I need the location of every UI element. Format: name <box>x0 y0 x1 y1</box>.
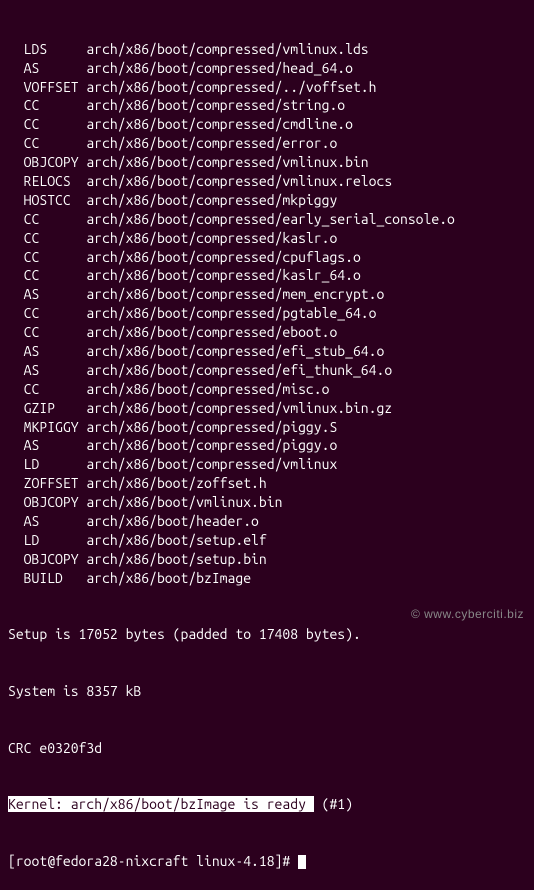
build-line: CC arch/x86/boot/compressed/kaslr.o <box>8 229 526 248</box>
crc-line: CRC e0320f3d <box>8 739 526 758</box>
build-path: arch/x86/boot/compressed/kaslr.o <box>86 230 337 246</box>
prompt-line[interactable]: [root@fedora28-nixcraft linux-4.18]# <box>8 852 526 871</box>
build-path: arch/x86/boot/compressed/eboot.o <box>86 324 337 340</box>
build-line: AS arch/x86/boot/compressed/head_64.o <box>8 59 526 78</box>
build-path: arch/x86/boot/compressed/string.o <box>86 97 345 113</box>
build-path: arch/x86/boot/zoffset.h <box>86 475 266 491</box>
build-line: LDS arch/x86/boot/compressed/vmlinux.lds <box>8 40 526 59</box>
build-line: OBJCOPY arch/x86/boot/setup.bin <box>8 550 526 569</box>
build-cmd: LD <box>8 531 86 550</box>
build-path: arch/x86/boot/compressed/error.o <box>86 135 337 151</box>
build-path: arch/x86/boot/compressed/head_64.o <box>86 60 353 76</box>
build-line: CC arch/x86/boot/compressed/kaslr_64.o <box>8 266 526 285</box>
build-path: arch/x86/boot/compressed/cpuflags.o <box>86 249 360 265</box>
build-path: arch/x86/boot/compressed/efi_thunk_64.o <box>86 362 392 378</box>
build-cmd: VOFFSET <box>8 78 86 97</box>
build-line: MKPIGGY arch/x86/boot/compressed/piggy.S <box>8 418 526 437</box>
build-path: arch/x86/boot/compressed/../voffset.h <box>86 79 376 95</box>
build-line: ZOFFSET arch/x86/boot/zoffset.h <box>8 474 526 493</box>
build-cmd: OBJCOPY <box>8 153 86 172</box>
build-cmd: GZIP <box>8 399 86 418</box>
build-cmd: HOSTCC <box>8 191 86 210</box>
build-line: LD arch/x86/boot/compressed/vmlinux <box>8 455 526 474</box>
build-line: CC arch/x86/boot/compressed/string.o <box>8 96 526 115</box>
build-cmd: LDS <box>8 40 86 59</box>
build-line: RELOCS arch/x86/boot/compressed/vmlinux.… <box>8 172 526 191</box>
watermark-text: © www.cyberciti.biz <box>411 606 524 622</box>
build-cmd: CC <box>8 134 86 153</box>
build-path: arch/x86/boot/compressed/pgtable_64.o <box>86 305 376 321</box>
build-cmd: OBJCOPY <box>8 493 86 512</box>
build-path: arch/x86/boot/vmlinux.bin <box>86 494 282 510</box>
build-cmd: AS <box>8 512 86 531</box>
build-path: arch/x86/boot/compressed/efi_stub_64.o <box>86 343 384 359</box>
build-path: arch/x86/boot/compressed/mkpiggy <box>86 192 337 208</box>
build-cmd: CC <box>8 266 86 285</box>
build-line: HOSTCC arch/x86/boot/compressed/mkpiggy <box>8 191 526 210</box>
build-line: AS arch/x86/boot/header.o <box>8 512 526 531</box>
build-line: CC arch/x86/boot/compressed/early_serial… <box>8 210 526 229</box>
build-path: arch/x86/boot/compressed/misc.o <box>86 381 329 397</box>
terminal-output[interactable]: LDS arch/x86/boot/compressed/vmlinux.lds… <box>8 2 526 890</box>
cursor-icon <box>298 855 306 869</box>
build-line: VOFFSET arch/x86/boot/compressed/../voff… <box>8 78 526 97</box>
build-path: arch/x86/boot/setup.elf <box>86 532 266 548</box>
build-cmd: AS <box>8 59 86 78</box>
build-cmd: BUILD <box>8 569 86 588</box>
build-path: arch/x86/boot/compressed/kaslr_64.o <box>86 267 360 283</box>
build-path: arch/x86/boot/setup.bin <box>86 551 266 567</box>
build-cmd: AS <box>8 361 86 380</box>
build-cmd: CC <box>8 323 86 342</box>
build-cmd: ZOFFSET <box>8 474 86 493</box>
build-cmd: CC <box>8 380 86 399</box>
build-cmd: CC <box>8 210 86 229</box>
build-cmd: CC <box>8 248 86 267</box>
build-cmd: AS <box>8 285 86 304</box>
build-line: GZIP arch/x86/boot/compressed/vmlinux.bi… <box>8 399 526 418</box>
build-line: OBJCOPY arch/x86/boot/vmlinux.bin <box>8 493 526 512</box>
build-line: CC arch/x86/boot/compressed/eboot.o <box>8 323 526 342</box>
build-cmd: CC <box>8 96 86 115</box>
build-line: CC arch/x86/boot/compressed/cpuflags.o <box>8 248 526 267</box>
kernel-ready-line: Kernel: arch/x86/boot/bzImage is ready (… <box>8 795 526 814</box>
setup-line: Setup is 17052 bytes (padded to 17408 by… <box>8 625 526 644</box>
build-cmd: AS <box>8 436 86 455</box>
build-line: AS arch/x86/boot/compressed/efi_stub_64.… <box>8 342 526 361</box>
build-path: arch/x86/boot/compressed/vmlinux.bin <box>86 154 368 170</box>
shell-prompt: [root@fedora28-nixcraft linux-4.18]# <box>8 853 298 869</box>
build-cmd: MKPIGGY <box>8 418 86 437</box>
build-cmd: CC <box>8 115 86 134</box>
build-path: arch/x86/boot/compressed/vmlinux.lds <box>86 41 368 57</box>
build-line: CC arch/x86/boot/compressed/cmdline.o <box>8 115 526 134</box>
system-line: System is 8357 kB <box>8 682 526 701</box>
build-path: arch/x86/boot/compressed/vmlinux <box>86 456 337 472</box>
build-path: arch/x86/boot/compressed/mem_encrypt.o <box>86 286 384 302</box>
build-line: AS arch/x86/boot/compressed/piggy.o <box>8 436 526 455</box>
build-path: arch/x86/boot/compressed/early_serial_co… <box>86 211 454 227</box>
build-line: BUILD arch/x86/boot/bzImage <box>8 569 526 588</box>
build-cmd: LD <box>8 455 86 474</box>
build-path: arch/x86/boot/compressed/piggy.o <box>86 437 337 453</box>
build-line: AS arch/x86/boot/compressed/mem_encrypt.… <box>8 285 526 304</box>
build-line: LD arch/x86/boot/setup.elf <box>8 531 526 550</box>
build-path: arch/x86/boot/compressed/vmlinux.relocs <box>86 173 392 189</box>
build-path: arch/x86/boot/header.o <box>86 513 258 529</box>
build-cmd: OBJCOPY <box>8 550 86 569</box>
build-cmd: CC <box>8 229 86 248</box>
build-line: OBJCOPY arch/x86/boot/compressed/vmlinux… <box>8 153 526 172</box>
build-line: CC arch/x86/boot/compressed/pgtable_64.o <box>8 304 526 323</box>
build-path: arch/x86/boot/bzImage <box>86 570 251 586</box>
build-line: AS arch/x86/boot/compressed/efi_thunk_64… <box>8 361 526 380</box>
build-line: CC arch/x86/boot/compressed/misc.o <box>8 380 526 399</box>
build-cmd: RELOCS <box>8 172 86 191</box>
build-cmd: AS <box>8 342 86 361</box>
build-path: arch/x86/boot/compressed/vmlinux.bin.gz <box>86 400 392 416</box>
build-line: CC arch/x86/boot/compressed/error.o <box>8 134 526 153</box>
build-path: arch/x86/boot/compressed/cmdline.o <box>86 116 353 132</box>
build-cmd: CC <box>8 304 86 323</box>
build-path: arch/x86/boot/compressed/piggy.S <box>86 419 337 435</box>
